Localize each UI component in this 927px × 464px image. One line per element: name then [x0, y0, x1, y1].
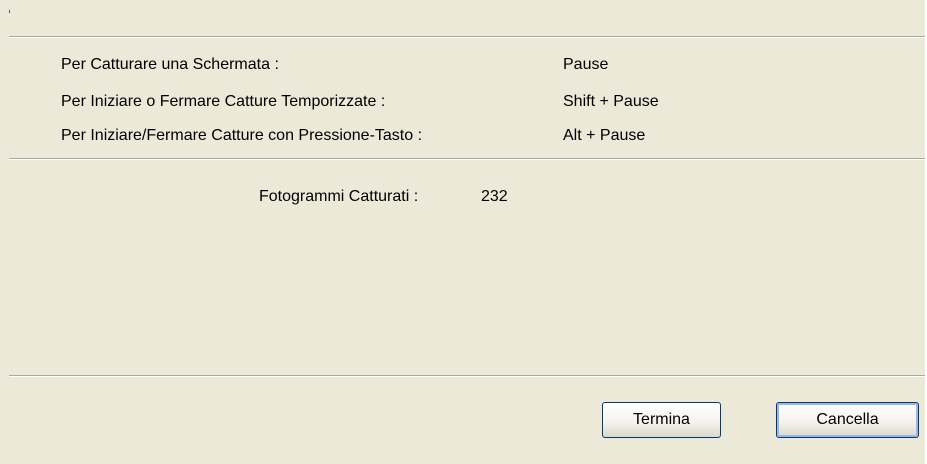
finish-button[interactable]: Termina — [602, 402, 721, 438]
shortcut-label: Per Catturare una Schermata : — [61, 56, 279, 73]
corner-mark — [9, 10, 10, 13]
shortcut-label: Per Iniziare/Fermare Catture con Pressio… — [61, 127, 423, 144]
separator-top — [9, 36, 927, 38]
shortcut-key: Alt + Pause — [563, 127, 646, 144]
frames-captured-label: Fotogrammi Catturati : — [259, 188, 419, 205]
capture-dialog: Per Catturare una Schermata : Pause Per … — [0, 0, 927, 464]
cancel-button[interactable]: Cancella — [776, 402, 919, 438]
frames-captured-count: 232 — [481, 188, 508, 205]
shortcut-label: Per Iniziare o Fermare Catture Temporizz… — [61, 93, 386, 110]
separator-middle — [9, 158, 927, 160]
shortcut-key: Shift + Pause — [563, 93, 659, 110]
separator-bottom — [9, 375, 927, 377]
shortcut-key: Pause — [563, 56, 609, 73]
